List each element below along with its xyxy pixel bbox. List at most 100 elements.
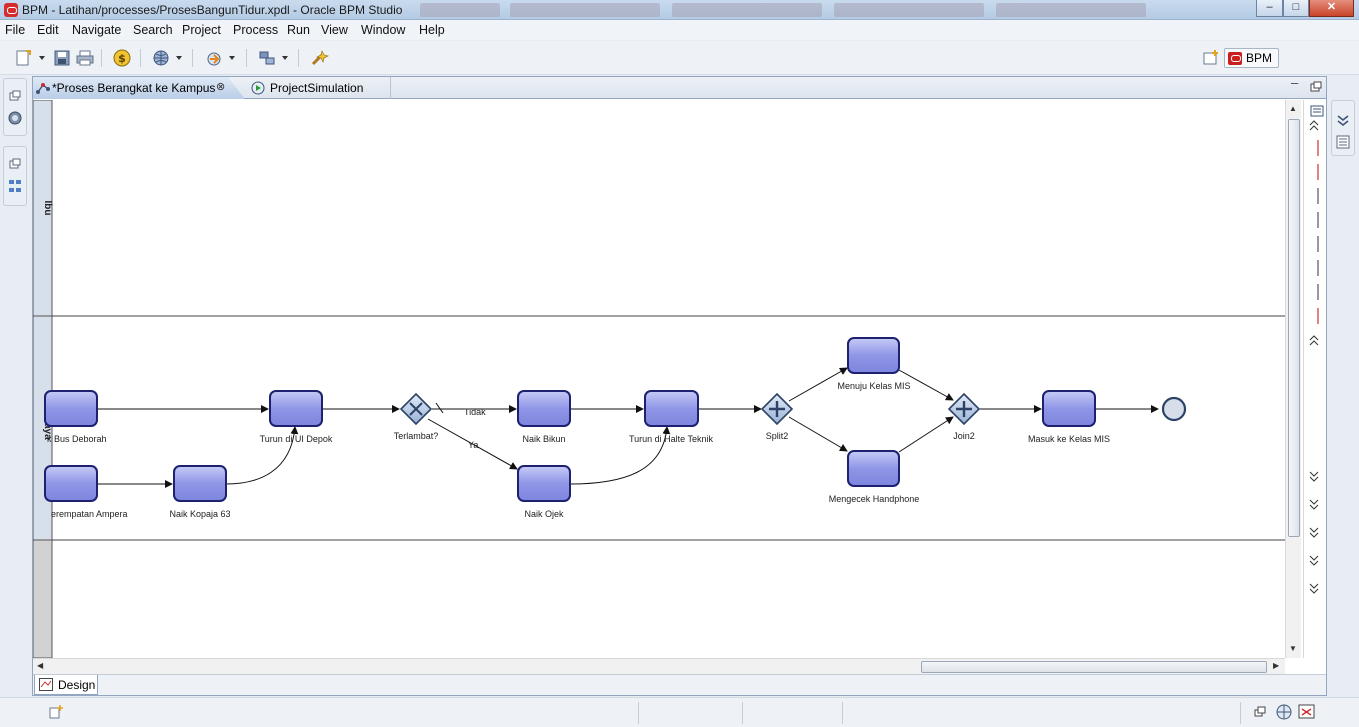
gateway-label: Terlambat? xyxy=(394,431,439,441)
activity-perempatan-ampera[interactable]: erempatan Ampera xyxy=(44,465,128,519)
taskbar-ghost xyxy=(510,3,660,17)
process-diagram-canvas[interactable]: Ibu Saya Tidak Ya k Bus Deborah erempata… xyxy=(33,100,1285,658)
editor-tab-strip: *Proses Berangkat ke Kampus ⊗ ProjectSim… xyxy=(33,75,1326,99)
gateway-join2[interactable]: Join2 xyxy=(947,392,981,441)
scroll-left-icon[interactable]: ◀ xyxy=(37,661,43,670)
restore-icon[interactable] xyxy=(1254,706,1266,718)
menu-view[interactable]: View xyxy=(321,23,348,37)
activity-turun-di-halte-teknik[interactable]: Turun di Halte Teknik xyxy=(629,390,714,444)
activity-masuk-ke-kelas-mis[interactable]: Masuk ke Kelas MIS xyxy=(1028,390,1110,444)
tab-project-simulation[interactable]: ProjectSimulation xyxy=(243,77,391,99)
menu-window[interactable]: Window xyxy=(361,23,405,37)
process-file-icon xyxy=(36,83,50,94)
activity-label: Mengecek Handphone xyxy=(829,494,920,504)
menu-run[interactable]: Run xyxy=(287,23,310,37)
globe-icon[interactable] xyxy=(151,48,171,68)
lane-label-ibu: Ibu xyxy=(42,201,53,216)
process-diagram: Ibu Saya Tidak Ya k Bus Deborah erempata… xyxy=(33,100,1285,658)
left-trim-stack-bottom xyxy=(3,146,27,206)
restore-icon[interactable] xyxy=(8,89,22,103)
tab-label: ProjectSimulation xyxy=(270,81,364,95)
horizontal-scroll-thumb[interactable] xyxy=(921,661,1267,673)
svg-text:$: $ xyxy=(118,52,126,65)
outline-icon[interactable] xyxy=(8,179,22,193)
scroll-up-icon[interactable]: ▲ xyxy=(1289,104,1297,113)
activity-label: erempatan Ampera xyxy=(51,509,128,519)
fast-view-icon[interactable] xyxy=(48,704,64,720)
connect-icon[interactable] xyxy=(257,48,277,68)
lane-header-empty[interactable] xyxy=(33,539,53,658)
status-separator xyxy=(638,702,639,724)
toolbar-separator xyxy=(140,49,141,67)
gateway-label: Split2 xyxy=(766,431,789,441)
wand-icon[interactable] xyxy=(309,48,330,68)
activity-menuju-kelas-mis[interactable]: Menuju Kelas MIS xyxy=(837,337,911,391)
bpm-perspective-label: BPM xyxy=(1246,51,1273,65)
toolbar: $ xyxy=(0,41,1359,75)
menu-file[interactable]: File xyxy=(5,23,25,37)
save-icon[interactable] xyxy=(52,48,72,68)
sequence-flow[interactable] xyxy=(788,416,848,452)
palette-strip xyxy=(1303,100,1325,658)
horizontal-scrollbar[interactable]: ◀ ▶ xyxy=(33,658,1285,674)
vertical-scrollbar[interactable]: ▲ ▼ xyxy=(1285,100,1301,658)
chevron-down-icon[interactable] xyxy=(176,56,182,60)
menu-navigate[interactable]: Navigate xyxy=(72,23,121,37)
toolbar-separator xyxy=(246,49,247,67)
activity-naik-bikun[interactable]: Naik Bikun xyxy=(517,390,571,444)
chevron-down-icon[interactable] xyxy=(282,56,288,60)
double-chevron-down-icon[interactable] xyxy=(1336,113,1350,127)
sequence-flow[interactable] xyxy=(898,416,954,453)
bpm-perspective-button[interactable]: BPM xyxy=(1224,48,1279,68)
dollar-icon[interactable]: $ xyxy=(112,48,132,68)
tab-proses-berangkat-ke-kampus[interactable]: *Proses Berangkat ke Kampus ⊗ xyxy=(33,77,245,99)
design-icon xyxy=(39,678,53,691)
status-separator xyxy=(842,702,843,724)
tab-design[interactable]: Design xyxy=(34,675,98,695)
status-bar xyxy=(0,697,1359,727)
activity-label: Naik Kopaja 63 xyxy=(169,509,230,519)
minimize-button[interactable]: – xyxy=(1256,0,1283,17)
activity-mengecek-handphone[interactable]: Mengecek Handphone xyxy=(829,450,920,504)
gateway-label: Join2 xyxy=(953,431,975,441)
new-icon[interactable] xyxy=(14,48,34,68)
menu-process[interactable]: Process xyxy=(233,23,278,37)
activity-naik-bus-deborah[interactable]: k Bus Deborah xyxy=(44,390,107,444)
taskbar-ghost xyxy=(420,3,500,17)
server-icon[interactable] xyxy=(1275,703,1293,721)
chevron-down-icon[interactable] xyxy=(229,56,235,60)
toolbar-separator xyxy=(298,49,299,67)
close-button[interactable]: ✕ xyxy=(1309,0,1354,17)
menu-project[interactable]: Project xyxy=(182,23,221,37)
activity-label: k Bus Deborah xyxy=(47,434,107,444)
restore-icon[interactable] xyxy=(8,157,22,171)
print-icon[interactable] xyxy=(75,48,95,68)
status-separator xyxy=(1240,702,1241,724)
flow-label-ya: Ya xyxy=(468,440,478,450)
menu-help[interactable]: Help xyxy=(419,23,445,37)
palette-strip-icons xyxy=(1309,105,1324,594)
scroll-right-icon[interactable]: ▶ xyxy=(1273,661,1279,670)
chevron-down-icon[interactable] xyxy=(39,56,45,60)
activity-naik-kopaja-63[interactable]: Naik Kopaja 63 xyxy=(169,465,231,519)
console-icon[interactable] xyxy=(1298,703,1316,721)
gateway-terlambat[interactable]: Terlambat? xyxy=(394,392,439,441)
deploy-icon[interactable] xyxy=(204,48,224,68)
close-icon[interactable]: ⊗ xyxy=(216,80,225,93)
gateway-split2[interactable]: Split2 xyxy=(760,392,794,441)
menu-search[interactable]: Search xyxy=(133,23,173,37)
scroll-down-icon[interactable]: ▼ xyxy=(1289,644,1297,653)
properties-icon[interactable] xyxy=(1336,135,1350,149)
activity-turun-di-ui-depok[interactable]: Turun di UI Depok xyxy=(260,390,333,444)
navigator-icon[interactable] xyxy=(8,111,22,125)
vertical-scroll-thumb[interactable] xyxy=(1288,119,1300,537)
maximize-view-icon[interactable] xyxy=(1310,81,1322,93)
simulation-icon xyxy=(251,81,265,95)
minimize-view-icon[interactable]: – xyxy=(1291,75,1298,90)
end-event[interactable] xyxy=(1161,396,1187,422)
activity-naik-ojek[interactable]: Naik Ojek xyxy=(517,465,571,519)
menu-edit[interactable]: Edit xyxy=(37,23,59,37)
status-separator xyxy=(742,702,743,724)
maximize-button[interactable]: □ xyxy=(1283,0,1309,17)
open-perspective-icon[interactable] xyxy=(1201,48,1221,68)
